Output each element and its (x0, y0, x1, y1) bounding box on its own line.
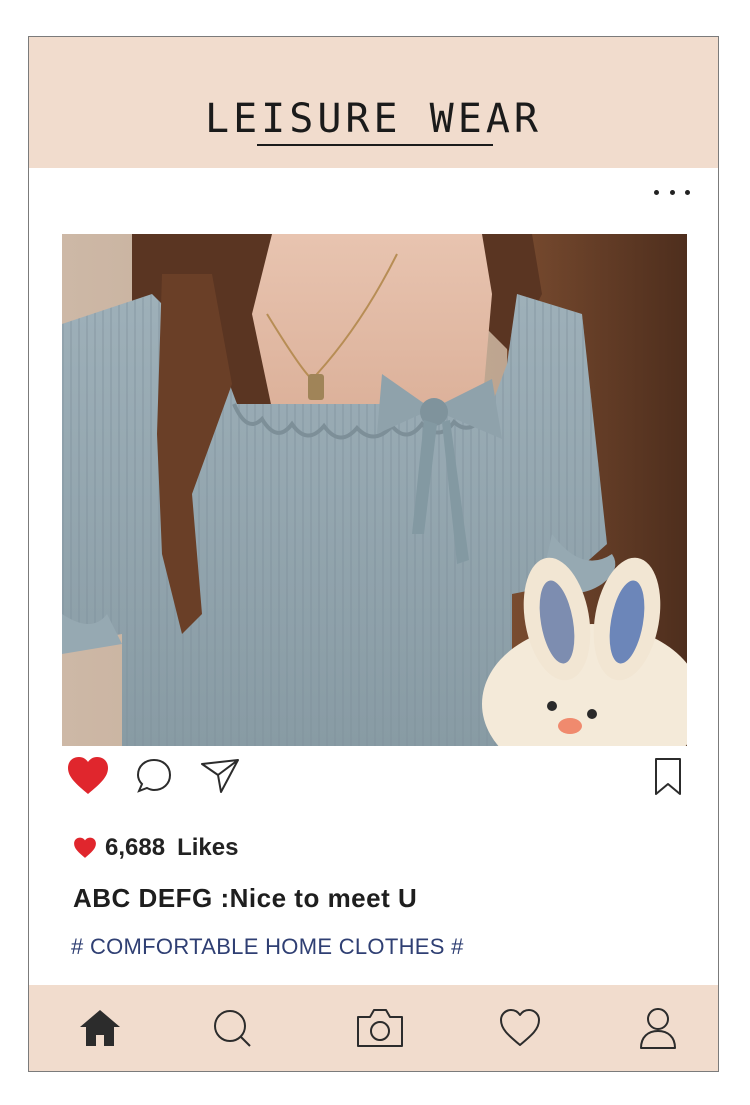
search-icon (214, 1010, 251, 1047)
header-banner: LEISURE WEAR (29, 37, 718, 168)
more-dot (669, 189, 675, 195)
bookmark-button[interactable] (652, 756, 684, 803)
like-button[interactable] (66, 756, 110, 801)
photo-illustration (62, 234, 687, 746)
share-icon (201, 759, 239, 793)
likes-count: 6,688 (105, 834, 166, 861)
post-caption: ABC DEFG :Nice to meet U (73, 883, 418, 913)
profile-icon (640, 1008, 676, 1049)
more-dot (685, 189, 690, 195)
hashtag-link[interactable]: # COMFORTABLE HOME CLOTHES # (71, 934, 464, 960)
post-actions-bar (29, 756, 718, 800)
post-photo[interactable] (62, 234, 687, 746)
nav-home[interactable] (75, 1003, 125, 1053)
home-icon (80, 1010, 120, 1046)
more-options-button[interactable] (654, 185, 690, 199)
nav-search[interactable] (207, 1003, 257, 1053)
comment-button[interactable] (134, 756, 174, 801)
nav-activity[interactable] (495, 1003, 545, 1053)
nav-profile[interactable] (633, 1003, 683, 1053)
page-title: LEISURE WEAR (205, 96, 542, 142)
comment-icon (136, 758, 172, 793)
bottom-nav (29, 985, 718, 1071)
share-button[interactable] (199, 756, 241, 801)
title-underline (257, 144, 493, 146)
heart-outline-icon (500, 1009, 540, 1046)
heart-icon (68, 757, 108, 794)
post-frame: LEISURE WEAR 6,688 Likes ABC DEFG:Nice … (28, 36, 719, 1072)
bookmark-icon (655, 758, 681, 795)
likes-label: Likes (177, 834, 239, 861)
likes-row: 6,688 Likes (73, 833, 238, 863)
nav-camera[interactable] (355, 1003, 405, 1053)
heart-small-icon (74, 837, 96, 858)
camera-icon (357, 1009, 403, 1047)
more-dot (654, 189, 659, 195)
